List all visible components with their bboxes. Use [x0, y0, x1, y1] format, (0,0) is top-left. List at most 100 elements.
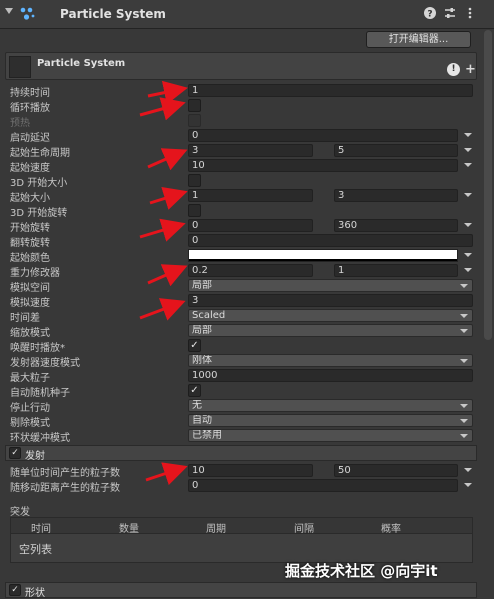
start-rotation-label: 开始旋转 — [10, 223, 50, 234]
particle-system-icon — [20, 7, 35, 20]
start-size-max-field[interactable]: 3 — [334, 189, 458, 202]
start-speed-label: 起始速度 — [10, 163, 50, 174]
row-rate-over-time: 随单位时间产生的粒子数 10 50 — [0, 463, 494, 479]
start-lifetime-dropdown-icon[interactable] — [464, 148, 472, 152]
culling-mode-label: 剔除模式 — [10, 418, 50, 429]
row-sim-space: 模拟空间 局部 — [0, 278, 494, 294]
stop-action-label: 停止行动 — [10, 403, 50, 414]
prewarm-checkbox[interactable] — [188, 114, 201, 127]
scrollbar[interactable] — [484, 30, 492, 340]
duration-field[interactable]: 1 — [188, 84, 473, 97]
row-start-color: 起始颜色 — [0, 248, 494, 264]
start-size-dropdown-icon[interactable] — [464, 193, 472, 197]
inspector-header: Particle System ? — [0, 0, 494, 29]
flip-rotation-label: 翻转旋转 — [10, 238, 50, 249]
fold-arrow-icon[interactable] — [5, 8, 13, 14]
delta-time-dropdown[interactable]: Scaled — [188, 309, 473, 322]
row-emitter-velocity: 发射器速度模式 刚体 — [0, 353, 494, 369]
open-editor-button[interactable]: 打开编辑器... — [366, 31, 471, 48]
sim-space-label: 模拟空间 — [10, 283, 50, 294]
shape-section-header[interactable]: ✓ 形状 — [5, 582, 477, 599]
culling-mode-dropdown[interactable]: 自动 — [188, 414, 473, 427]
gravity-dropdown-icon[interactable] — [464, 268, 472, 272]
rate-over-time-label: 随单位时间产生的粒子数 — [10, 468, 120, 479]
rate-over-distance-dropdown-icon[interactable] — [464, 483, 472, 487]
auto-seed-checkbox[interactable]: ✓ — [188, 384, 201, 397]
flip-rotation-field[interactable]: 0 — [188, 234, 473, 247]
row-flip-rotation: 翻转旋转 0 — [0, 233, 494, 249]
row-looping: 循环播放 — [0, 98, 494, 114]
rate-over-distance-field[interactable]: 0 — [188, 479, 458, 492]
help-icon[interactable]: ? — [422, 6, 438, 22]
row-max-particles: 最大粒子 1000 — [0, 368, 494, 384]
start-size-min-field[interactable]: 1 — [188, 189, 313, 202]
watermark: 掘金技术社区 @向宇it — [285, 562, 438, 580]
add-module-icon[interactable]: + — [465, 62, 476, 77]
3d-rotation-label: 3D 开始旋转 — [10, 208, 68, 219]
emitter-velocity-label: 发射器速度模式 — [10, 358, 80, 369]
3d-size-label: 3D 开始大小 — [10, 178, 68, 189]
gravity-min-field[interactable]: 0.2 — [188, 264, 313, 277]
3d-size-checkbox[interactable] — [188, 174, 201, 187]
start-speed-dropdown-icon[interactable] — [464, 163, 472, 167]
start-delay-dropdown-icon[interactable] — [464, 133, 472, 137]
start-lifetime-max-field[interactable]: 5 — [334, 144, 458, 157]
row-start-delay: 启动延迟 0 — [0, 128, 494, 144]
start-color-swatch[interactable] — [188, 249, 458, 262]
row-auto-seed: 自动随机种子 ✓ — [0, 383, 494, 399]
start-speed-field[interactable]: 10 — [188, 159, 458, 172]
play-on-awake-label: 唤醒时播放* — [10, 343, 65, 354]
max-particles-field[interactable]: 1000 — [188, 369, 473, 382]
ring-buffer-dropdown[interactable]: 已禁用 — [188, 429, 473, 442]
emission-label: 发射 — [25, 451, 45, 462]
3d-rotation-checkbox[interactable] — [188, 204, 201, 217]
start-delay-field[interactable]: 0 — [188, 129, 458, 142]
row-start-size: 起始大小 1 3 — [0, 188, 494, 204]
start-color-dropdown-icon[interactable] — [464, 253, 472, 257]
row-start-lifetime: 起始生命周期 3 5 — [0, 143, 494, 159]
start-rotation-dropdown-icon[interactable] — [464, 223, 472, 227]
row-culling-mode: 剔除模式 自动 — [0, 413, 494, 429]
looping-checkbox[interactable] — [188, 99, 201, 112]
gravity-max-field[interactable]: 1 — [334, 264, 458, 277]
row-play-on-awake: 唤醒时播放* ✓ — [0, 338, 494, 354]
module-header[interactable]: Particle System ! + — [5, 52, 477, 80]
start-rotation-min-field[interactable]: 0 — [188, 219, 313, 232]
start-color-label: 起始颜色 — [10, 253, 50, 264]
start-rotation-max-field[interactable]: 360 — [334, 219, 458, 232]
emitter-velocity-dropdown[interactable]: 刚体 — [188, 354, 473, 367]
component-title: Particle System — [60, 7, 166, 21]
bursts-col-interval: 间隔 — [294, 524, 314, 535]
scaling-mode-dropdown[interactable]: 局部 — [188, 324, 473, 337]
start-lifetime-min-field[interactable]: 3 — [188, 144, 313, 157]
stop-action-dropdown[interactable]: 无 — [188, 399, 473, 412]
rate-over-distance-label: 随移动距离产生的粒子数 — [10, 483, 120, 494]
sim-space-dropdown[interactable]: 局部 — [188, 279, 473, 292]
module-thumbnail — [9, 56, 31, 78]
module-help-icon[interactable]: ! — [447, 63, 460, 76]
row-start-speed: 起始速度 10 — [0, 158, 494, 174]
shape-checkbox[interactable]: ✓ — [9, 584, 21, 596]
row-gravity: 重力修改器 0.2 1 — [0, 263, 494, 279]
bursts-empty-text: 空列表 — [19, 543, 52, 556]
bursts-label: 突发 — [10, 507, 30, 518]
more-menu-icon[interactable] — [462, 6, 478, 22]
row-delta-time: 时间差 Scaled — [0, 308, 494, 324]
settings-icon[interactable] — [442, 6, 458, 22]
ring-buffer-label: 环状缓冲模式 — [10, 433, 70, 444]
duration-label: 持续时间 — [10, 88, 50, 99]
emission-checkbox[interactable]: ✓ — [9, 447, 21, 459]
row-3d-rotation: 3D 开始旋转 — [0, 203, 494, 219]
shape-label: 形状 — [25, 588, 45, 599]
row-duration: 持续时间 1 — [0, 83, 494, 99]
auto-seed-label: 自动随机种子 — [10, 388, 70, 399]
rate-over-time-dropdown-icon[interactable] — [464, 468, 472, 472]
emission-section-header[interactable]: ✓ 发射 — [5, 445, 477, 462]
bursts-col-probability: 概率 — [381, 524, 401, 535]
rate-over-time-min-field[interactable]: 10 — [188, 464, 313, 477]
sim-speed-field[interactable]: 3 — [188, 294, 473, 307]
row-3d-size: 3D 开始大小 — [0, 173, 494, 189]
rate-over-time-max-field[interactable]: 50 — [334, 464, 458, 477]
play-on-awake-checkbox[interactable]: ✓ — [188, 339, 201, 352]
svg-text:?: ? — [427, 10, 432, 20]
